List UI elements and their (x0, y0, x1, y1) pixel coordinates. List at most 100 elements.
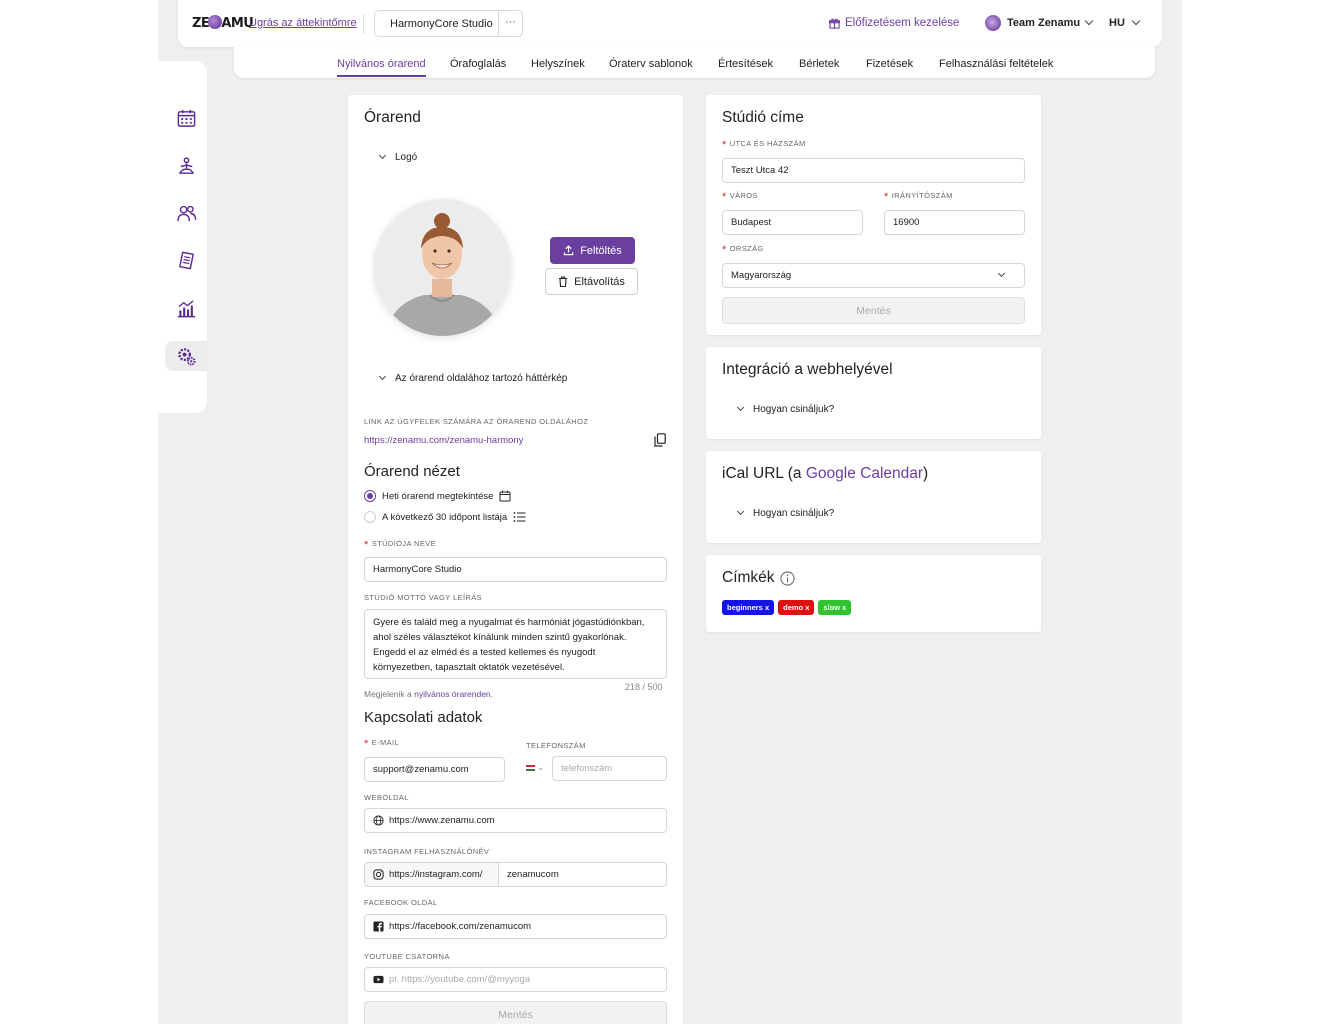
tag-remove-icon[interactable]: x (842, 603, 846, 612)
facebook-icon (373, 921, 384, 932)
tag-slow[interactable]: slow x (818, 600, 852, 615)
users-icon (176, 205, 196, 221)
background-accordion[interactable]: Az órarend oldalához tartozó háttérkép (378, 372, 567, 384)
website-input[interactable]: https://www.zenamu.com (364, 808, 667, 833)
facebook-value: https://facebook.com/zenamucom (389, 921, 532, 932)
youtube-label: YOUTUBE CSATORNA (364, 952, 450, 961)
jump-to-overview-link[interactable]: Ugrás az áttekintőmre (249, 17, 357, 29)
view-list-option[interactable]: A következő 30 időpont listája (364, 511, 526, 523)
tab-locations[interactable]: Helyszínek (531, 58, 585, 70)
upload-button[interactable]: Feltöltés (550, 237, 635, 264)
integration-howto-accordion[interactable]: Hogyan csináljuk? (736, 403, 835, 415)
email-input[interactable]: support@zenamu.com (364, 757, 505, 782)
address-save-button[interactable]: Mentés (722, 297, 1025, 324)
tab-class-templates[interactable]: Óraterv sablonok (609, 58, 693, 70)
tag-demo[interactable]: demo x (778, 600, 815, 615)
hungary-flag-icon (526, 765, 535, 771)
tab-passes[interactable]: Bérletek (799, 58, 839, 70)
language-code: HU (1109, 17, 1125, 29)
youtube-input[interactable]: pl. https://youtube.com/@myyoga (364, 967, 667, 992)
labels-title: Címkék (722, 569, 795, 587)
app-window: ZE AMU Ugrás az áttekintőmre HarmonyCore … (158, 0, 1182, 1024)
chevron-down-icon (378, 372, 387, 381)
facebook-input[interactable]: https://facebook.com/zenamucom (364, 914, 667, 939)
info-icon[interactable] (779, 570, 795, 586)
view-weekly-radio[interactable] (364, 490, 376, 502)
language-select[interactable]: HU (1109, 16, 1141, 29)
tab-public-schedule[interactable]: Nyilvános órarend (337, 58, 426, 77)
logo-accordion-label: Logó (395, 152, 418, 163)
street-label: * UTCA ÉS HÁZSZÁM (722, 139, 806, 151)
sidebar-item-classes[interactable] (165, 151, 207, 181)
tab-notifications[interactable]: Értesítések (718, 58, 773, 70)
zip-label: * IRÁNYÍTÓSZÁM (884, 191, 953, 203)
manage-subscription-label: Előfizetésem kezelése (845, 17, 960, 29)
contact-title: Kapcsolati adatok (364, 709, 483, 726)
tab-terms[interactable]: Felhasználási feltételek (939, 58, 1053, 70)
studio-switcher-name[interactable]: HarmonyCore Studio (375, 11, 498, 36)
country-select[interactable]: Magyarország (722, 263, 1025, 288)
sidebar-item-statistics[interactable] (165, 293, 207, 323)
phone-label: TELEFONSZÁM (526, 741, 586, 750)
city-input[interactable]: Budapest (722, 210, 863, 235)
motto-label: STÚDIÓ MOTTÓ VAGY LEÍRÁS (364, 593, 483, 602)
tab-payments[interactable]: Fizetések (866, 58, 913, 70)
motto-textarea[interactable]: Gyere és találd meg a nyugalmat és harmó… (364, 609, 667, 679)
instagram-input[interactable]: zenamucom (498, 862, 667, 887)
zip-input[interactable]: 16900 (884, 210, 1025, 235)
view-weekly-option[interactable]: Heti órarend megtekintése (364, 490, 511, 502)
upload-icon (563, 245, 574, 256)
tab-booking[interactable]: Órafoglalás (450, 58, 506, 70)
studio-name-label: * STÚDIÓJA NEVE (364, 539, 437, 551)
sidebar-item-documents[interactable] (165, 245, 207, 275)
instagram-label: INSTAGRAM FELHASZNÁLÓNÉV (364, 847, 490, 856)
country-label-text: ORSZÁG (729, 244, 764, 253)
phone-input[interactable]: telefonszám (552, 756, 667, 781)
instagram-prefix: https://instagram.com/ (364, 862, 499, 887)
sidebar-item-settings[interactable] (165, 341, 207, 371)
studio-switcher[interactable]: HarmonyCore Studio ··· (374, 10, 523, 37)
schedule-save-button[interactable]: Mentés (364, 1001, 667, 1024)
ical-title: iCal URL (a Google Calendar) (722, 465, 928, 483)
street-input[interactable]: Teszt Utca 42 (722, 158, 1025, 183)
calendar-icon (499, 490, 511, 502)
country-code-select[interactable]: ⌄ (526, 763, 544, 772)
integration-howto-label: Hogyan csináljuk? (753, 404, 835, 415)
country-value: Magyarország (731, 270, 792, 281)
top-header: ZE AMU Ugrás az áttekintőmre HarmonyCore … (178, 0, 1162, 47)
logo-accordion[interactable]: Logó (378, 151, 418, 163)
google-calendar-link[interactable]: Google Calendar (806, 465, 923, 482)
studio-name-label-text: STÚDIÓJA NEVE (371, 539, 437, 548)
zip-label-text: IRÁNYÍTÓSZÁM (891, 191, 953, 200)
ical-howto-accordion[interactable]: Hogyan csináljuk? (736, 507, 834, 519)
gift-icon (829, 18, 840, 29)
youtube-placeholder: pl. https://youtube.com/@myyoga (389, 974, 531, 985)
labels-card: Címkék beginners x demo x slow x (706, 555, 1041, 632)
sidebar-item-clients[interactable] (165, 198, 207, 228)
remove-button[interactable]: Eltávolítás (545, 268, 638, 295)
more-options-button[interactable]: ··· (498, 11, 522, 36)
manage-subscription-link[interactable]: Előfizetésem kezelése (829, 17, 959, 29)
globe-icon (373, 815, 384, 826)
settings-tabs: Nyilvános órarend Órafoglalás Helyszínek… (234, 47, 1155, 78)
tag-remove-icon[interactable]: x (805, 603, 809, 612)
motto-hint-suffix: . (490, 689, 494, 699)
view-list-radio[interactable] (364, 511, 376, 523)
tag-label: slow (823, 603, 841, 612)
yoga-icon (178, 156, 194, 174)
public-schedule-link[interactable]: https://zenamu.com/zenamu-harmony (364, 435, 523, 446)
instagram-prefix-text: https://instagram.com/ (389, 869, 483, 880)
website-label: WEBOLDAL (364, 793, 409, 802)
tag-remove-icon[interactable]: x (765, 603, 769, 612)
integration-title: Integráció a webhelyével (722, 361, 893, 378)
sidebar-item-calendar[interactable] (165, 103, 207, 133)
studio-name-input[interactable]: HarmonyCore Studio (364, 557, 667, 582)
team-menu[interactable]: Team Zenamu (985, 15, 1094, 31)
public-schedule-hint-link[interactable]: nyilvános órarenden (414, 689, 491, 699)
zenamu-logo[interactable]: ZE AMU (192, 15, 254, 31)
list-icon (513, 512, 526, 522)
email-label: * E-MAIL (364, 738, 400, 750)
tag-beginners[interactable]: beginners x (722, 600, 775, 615)
facebook-label: FACEBOOK OLDAL (364, 898, 438, 907)
copy-icon[interactable] (654, 433, 666, 447)
